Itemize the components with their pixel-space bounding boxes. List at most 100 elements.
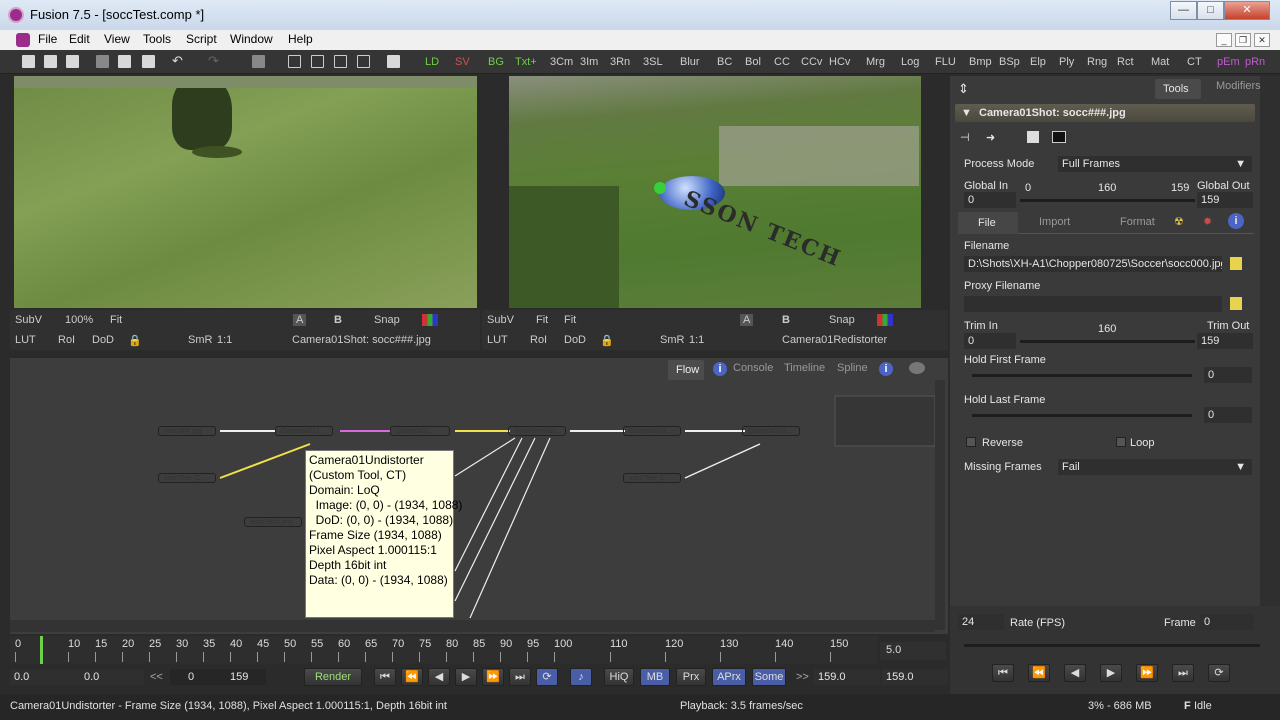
side-fast-forward-icon[interactable]: ⏩ <box>1136 664 1158 682</box>
fit-button-right[interactable]: Fit <box>536 314 548 326</box>
tab-format[interactable]: Format <box>1120 216 1155 228</box>
missing-frames-select[interactable]: Fail ▼ <box>1058 459 1252 475</box>
cut-icon[interactable] <box>96 55 109 68</box>
flow-node[interactable]: Camera01R... <box>623 426 681 436</box>
loop-icon[interactable]: ⟳ <box>536 668 558 686</box>
flow-editor[interactable]: Flow i Console Timeline Spline i socc###… <box>10 356 948 634</box>
go-end-icon[interactable]: ⏭ <box>509 668 531 686</box>
global-out-field[interactable]: 159 <box>1197 192 1253 208</box>
mb-button[interactable]: MB <box>640 668 670 686</box>
bold-tool-icon[interactable]: B <box>334 314 342 326</box>
flow-node[interactable]: socc###.jpg <box>158 426 216 436</box>
open-file-icon[interactable] <box>44 55 57 68</box>
flow-node[interactable]: soccTest_C... <box>158 473 216 483</box>
tool-button-ld[interactable]: LD <box>425 54 439 70</box>
render-range-field[interactable]: 0 159 <box>170 669 266 685</box>
tab-modifiers[interactable]: Modifiers <box>1216 80 1261 92</box>
prx-button[interactable]: Prx <box>676 668 706 686</box>
ratio-button-right[interactable]: 1:1 <box>689 334 704 346</box>
time-ruler[interactable]: 0 10 15 20 25 30 35 40 45 50 55 60 65 70 75 80 85 90 95 100… <box>10 636 878 664</box>
proxy-filename-field[interactable] <box>964 296 1222 312</box>
in-time-field[interactable]: 0.0 <box>80 669 144 685</box>
layout-split-icon[interactable] <box>311 55 324 68</box>
tool-button-log[interactable]: Log <box>901 54 919 70</box>
color-swatch-icon[interactable] <box>1052 131 1066 143</box>
tool-button-ct[interactable]: CT <box>1187 54 1202 70</box>
fast-forward-icon[interactable]: ⏩ <box>482 668 504 686</box>
tool-button-bmp[interactable]: Bmp <box>969 54 992 70</box>
viewer-left-image[interactable] <box>14 76 477 308</box>
tab-tools[interactable]: Tools <box>1155 79 1201 99</box>
hold-first-slider[interactable] <box>972 374 1192 377</box>
some-button[interactable]: Some <box>752 668 786 686</box>
smr-button[interactable]: SmR <box>188 334 212 346</box>
tool-button-prn[interactable]: pRn <box>1245 54 1265 70</box>
roi-button-right[interactable]: RoI <box>530 334 547 346</box>
redo-icon[interactable]: ↷ <box>208 54 221 68</box>
zoom-level[interactable]: 100% <box>65 314 93 326</box>
tool-button-3im[interactable]: 3Im <box>580 54 598 70</box>
menu-tools[interactable]: Tools <box>143 32 171 46</box>
radiation-icon[interactable]: ☢ <box>1174 215 1184 228</box>
menu-window[interactable]: Window <box>230 32 273 46</box>
tool-button-pem[interactable]: pEm <box>1217 54 1240 70</box>
dod-button[interactable]: DoD <box>92 334 114 346</box>
gear-icon[interactable]: ✹ <box>1203 215 1212 228</box>
layout-horizontal-icon[interactable] <box>334 55 347 68</box>
rewind-icon[interactable]: ⏪ <box>401 668 423 686</box>
side-play-icon[interactable]: ▶ <box>1100 664 1122 682</box>
trim-range-slider[interactable] <box>1020 340 1195 343</box>
ruler-end-field[interactable]: 5.0 <box>880 642 946 660</box>
text-tool-icon-right[interactable]: A <box>740 314 754 326</box>
menu-help[interactable]: Help <box>288 32 313 46</box>
go-start-icon[interactable]: ⏮ <box>374 668 396 686</box>
new-file-icon[interactable] <box>22 55 35 68</box>
lut-button-right[interactable]: LUT <box>487 334 508 346</box>
flow-node[interactable]: ssonTech.png <box>244 517 302 527</box>
bold-tool-icon-right[interactable]: B <box>782 314 790 326</box>
flow-node[interactable]: soccTest_C... <box>623 473 681 483</box>
tool-button-3sl[interactable]: 3SL <box>643 54 663 70</box>
play-reverse-icon[interactable]: ◀ <box>428 668 450 686</box>
tab-file[interactable]: File <box>958 212 1018 234</box>
tool-button-ply[interactable]: Ply <box>1059 54 1074 70</box>
menu-view[interactable]: View <box>104 32 130 46</box>
tool-button-txt[interactable]: Txt+ <box>515 54 537 70</box>
menu-file[interactable]: File <box>38 32 57 46</box>
start-time-field[interactable]: 0.0 <box>10 669 80 685</box>
dod-button-right[interactable]: DoD <box>564 334 586 346</box>
tool-button-mat[interactable]: Mat <box>1151 54 1169 70</box>
color-channel-icon-right[interactable] <box>877 314 893 326</box>
hold-first-field[interactable]: 0 <box>1204 367 1252 383</box>
collapse-arrow-icon[interactable]: ▼ <box>961 107 972 119</box>
hiq-button[interactable]: HiQ <box>604 668 634 686</box>
pin-icon[interactable]: ⊣ <box>960 131 970 144</box>
paste-icon[interactable] <box>142 55 155 68</box>
tool-button-blur[interactable]: Blur <box>680 54 700 70</box>
tool-header[interactable]: ▼ Camera01Shot: socc###.jpg <box>955 104 1255 122</box>
browse-folder-icon[interactable] <box>1230 257 1242 270</box>
side-rewind-icon[interactable]: ⏪ <box>1028 664 1050 682</box>
maximize-button[interactable]: □ <box>1197 1 1224 20</box>
reverse-checkbox[interactable] <box>966 437 976 447</box>
delete-icon[interactable] <box>252 55 265 68</box>
lut-button[interactable]: LUT <box>15 334 36 346</box>
hold-last-slider[interactable] <box>972 414 1192 417</box>
flow-node[interactable]: SynthEyesSc... <box>508 426 566 436</box>
tool-button-hcv[interactable]: HCv <box>829 54 850 70</box>
save-tool-icon[interactable] <box>1027 131 1039 143</box>
flow-horizontal-scrollbar[interactable] <box>10 620 935 632</box>
smr-button-right[interactable]: SmR <box>660 334 684 346</box>
fps-field[interactable]: 24 <box>958 614 1004 630</box>
flow-node[interactable]: Camera01R... <box>742 426 800 436</box>
color-channel-icon[interactable] <box>422 314 438 326</box>
tool-button-bsp[interactable]: BSp <box>999 54 1020 70</box>
side-step-back-icon[interactable]: ◀ <box>1064 664 1086 682</box>
lock-icon-right[interactable]: 🔒 <box>600 334 614 347</box>
tool-button-bol[interactable]: Bol <box>745 54 761 70</box>
mdi-close-icon[interactable]: ✕ <box>1254 33 1270 47</box>
snap-button[interactable]: Snap <box>374 314 400 326</box>
flow-node[interactable]: Camera01... <box>390 426 450 436</box>
tool-button-bc[interactable]: BC <box>717 54 732 70</box>
tool-button-ccv[interactable]: CCv <box>801 54 822 70</box>
